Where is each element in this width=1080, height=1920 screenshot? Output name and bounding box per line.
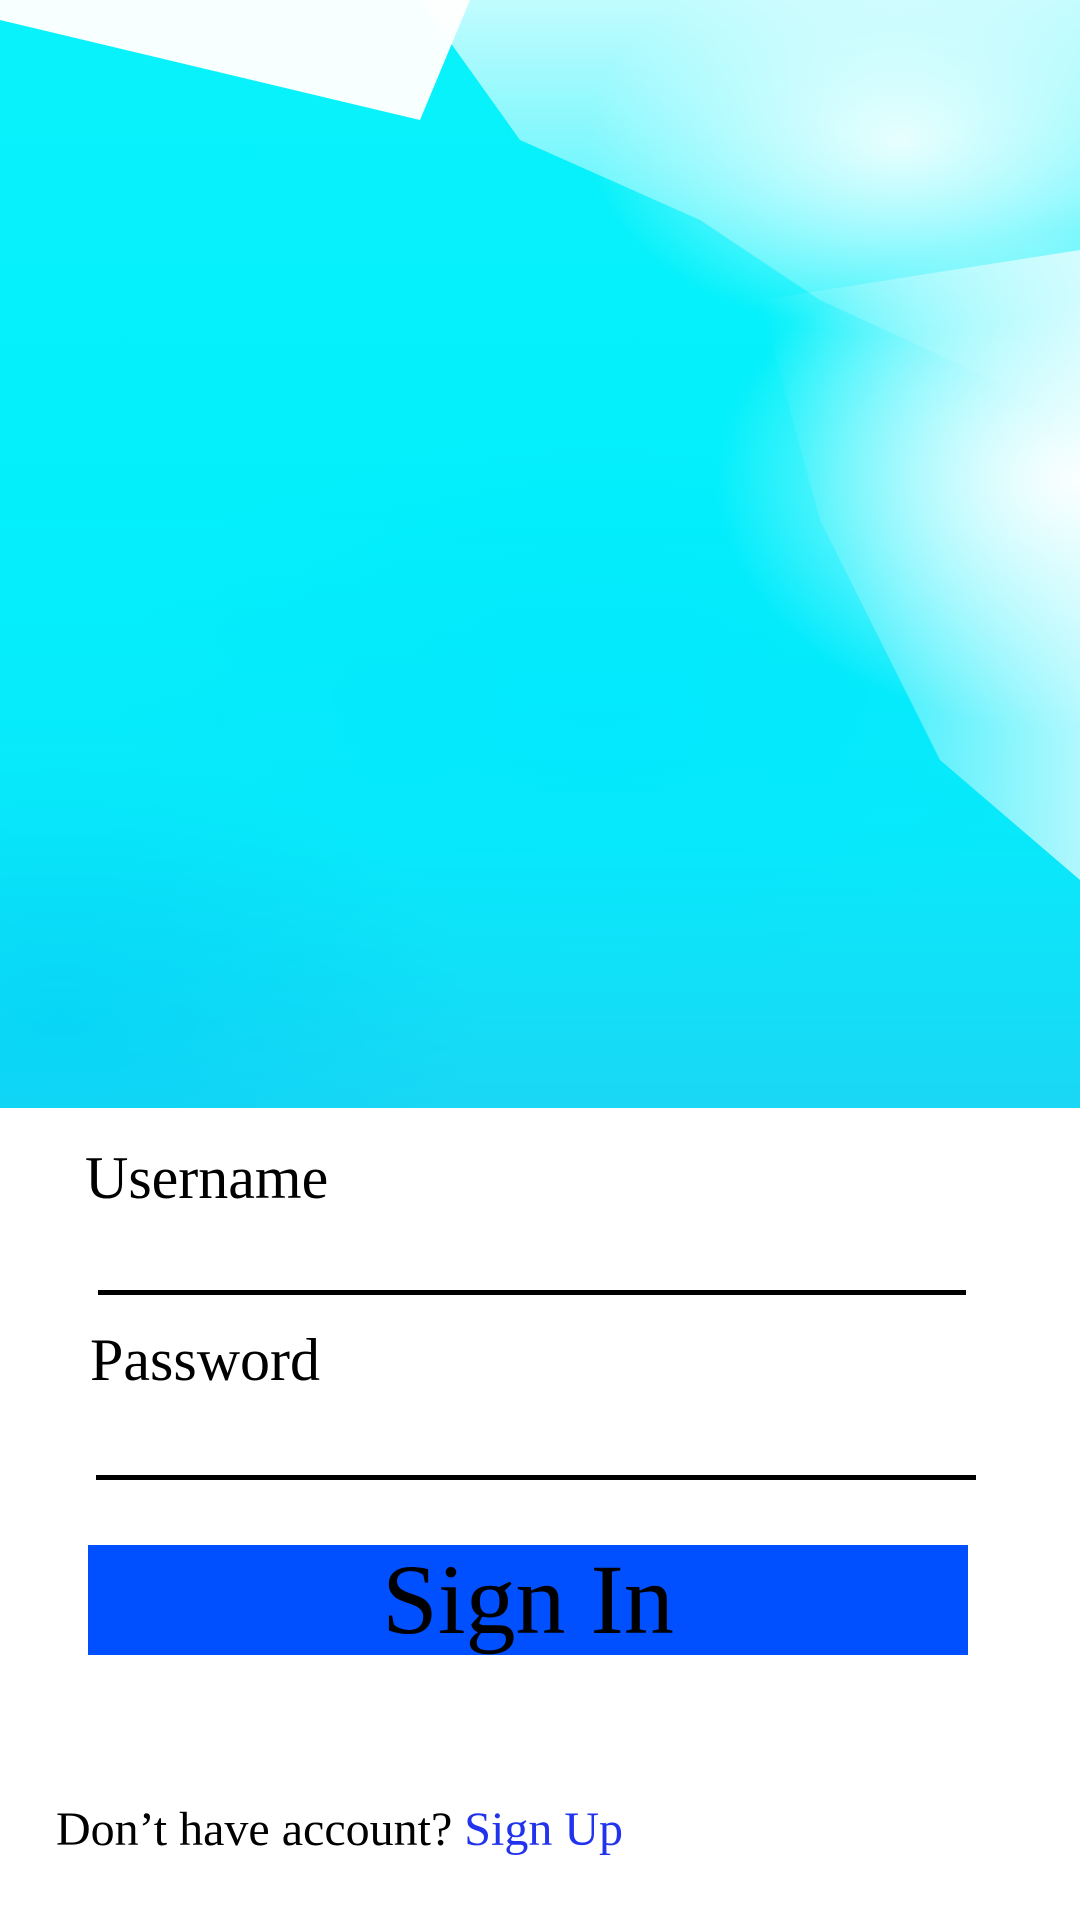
- password-underline: [96, 1475, 976, 1480]
- hero-white-highlight: [0, 0, 1080, 880]
- signup-prompt-text: Don’t have account?: [56, 1803, 453, 1856]
- username-underline: [98, 1290, 966, 1295]
- signup-prompt-row: Don’t have account? Sign Up: [56, 1806, 623, 1854]
- sign-up-link[interactable]: Sign Up: [464, 1803, 623, 1856]
- username-input[interactable]: [98, 1232, 966, 1290]
- password-label: Password: [90, 1327, 321, 1393]
- password-input[interactable]: [96, 1417, 976, 1475]
- username-label: Username: [85, 1145, 329, 1211]
- sign-in-button[interactable]: Sign In: [88, 1545, 968, 1655]
- hero-background-image: [0, 0, 1080, 1108]
